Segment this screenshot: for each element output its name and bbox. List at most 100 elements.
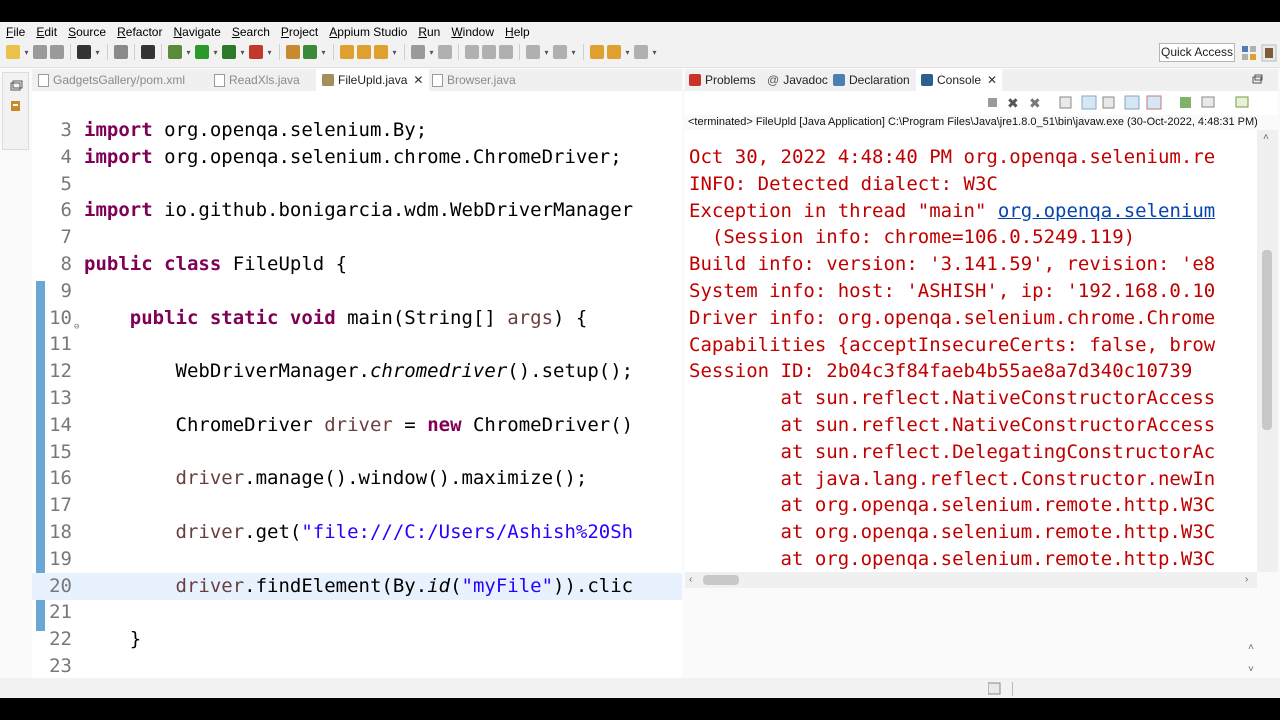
menu-help[interactable]: Help xyxy=(499,25,535,39)
dropdown-arrow-icon[interactable]: ▾ xyxy=(624,48,631,57)
close-icon[interactable]: ✕ xyxy=(413,69,423,91)
last-edit-icon[interactable] xyxy=(590,45,604,59)
pen-icon[interactable] xyxy=(438,45,452,59)
open-type-icon[interactable] xyxy=(340,45,354,59)
dropdown-arrow-icon[interactable]: ▾ xyxy=(543,48,550,57)
scroll-thumb[interactable] xyxy=(1262,250,1272,430)
code-line[interactable]: 4 import org.openqa.selenium.chrome.Chrom… xyxy=(32,144,682,171)
remove-launch-icon[interactable]: ✖ xyxy=(1007,96,1019,112)
exception-link[interactable]: org.openqa.selenium xyxy=(998,200,1215,222)
toggle-mark-icon[interactable] xyxy=(465,45,479,59)
open-console-icon[interactable] xyxy=(1235,96,1249,108)
show-whitespace-icon[interactable] xyxy=(499,45,513,59)
skip-breakpoints-icon[interactable] xyxy=(114,45,128,59)
scroll-right-icon[interactable]: › xyxy=(1245,574,1248,585)
menu-edit[interactable]: Edit xyxy=(30,25,62,39)
menu-navigate[interactable]: Navigate xyxy=(167,25,225,39)
tab-problems[interactable]: Problems xyxy=(689,69,756,91)
dropdown-arrow-icon[interactable]: ▾ xyxy=(94,48,101,57)
next-annotation-icon[interactable] xyxy=(526,45,540,59)
dropdown-arrow-icon[interactable]: ▾ xyxy=(570,48,577,57)
menu-refactor[interactable]: Refactor xyxy=(111,25,167,39)
menu-search[interactable]: Search xyxy=(226,25,275,39)
code-line[interactable]: 15 xyxy=(32,439,682,466)
code-line[interactable]: 17 xyxy=(32,492,682,519)
dropdown-arrow-icon[interactable]: ▾ xyxy=(651,48,658,57)
scroll-thumb[interactable] xyxy=(703,575,739,585)
display-console-icon[interactable] xyxy=(1201,96,1215,108)
code-line[interactable]: 8 public class FileUpld { xyxy=(32,251,682,278)
dropdown-arrow-icon[interactable]: ▾ xyxy=(266,48,273,57)
code-line[interactable]: 12 WebDriverManager.chromedriver().setup… xyxy=(32,358,682,385)
terminate-icon[interactable] xyxy=(988,98,997,107)
dropdown-arrow-icon[interactable]: ▾ xyxy=(320,48,327,57)
menu-file[interactable]: File xyxy=(0,25,30,39)
external-tools-icon[interactable] xyxy=(249,45,263,59)
clear-console-icon[interactable] xyxy=(1059,96,1072,109)
code-line[interactable]: 16 driver.manage().window().maximize(); xyxy=(32,465,682,492)
restore-icon[interactable] xyxy=(10,80,23,91)
menu-appium-studio[interactable]: Appium Studio xyxy=(323,25,412,39)
dropdown-arrow-icon[interactable]: ▾ xyxy=(391,48,398,57)
code-line[interactable]: 22 } xyxy=(32,626,682,653)
block-select-icon[interactable] xyxy=(482,45,496,59)
show-on-output-icon[interactable] xyxy=(1124,95,1140,110)
code-line[interactable]: 11 xyxy=(32,331,682,358)
debug-icon[interactable] xyxy=(168,45,182,59)
menu-run[interactable]: Run xyxy=(412,25,445,39)
scroll-left-icon[interactable]: ‹ xyxy=(689,574,692,585)
code-line[interactable]: 5 xyxy=(32,171,682,198)
tab-fileupld-java[interactable]: FileUpld.java ✕ xyxy=(316,69,430,91)
code-line[interactable]: 21 xyxy=(32,599,682,626)
menu-window[interactable]: Window xyxy=(445,25,499,39)
run-icon[interactable] xyxy=(195,45,209,59)
code-line[interactable]: 23 xyxy=(32,653,682,680)
back-icon[interactable] xyxy=(607,45,621,59)
console-output[interactable]: Oct 30, 2022 4:48:40 PM org.openqa.selen… xyxy=(685,130,1257,572)
dropdown-arrow-icon[interactable]: ▾ xyxy=(212,48,219,57)
quick-access-field[interactable]: Quick Access xyxy=(1159,43,1235,62)
maximize-icon[interactable] xyxy=(1251,74,1263,86)
code-line[interactable]: 3 import org.openqa.selenium.By; xyxy=(32,117,682,144)
show-on-error-icon[interactable] xyxy=(1146,95,1162,110)
tab-browser-java[interactable]: Browser.java xyxy=(432,69,516,91)
new-package-icon[interactable] xyxy=(286,45,300,59)
scroll-lock-icon[interactable] xyxy=(1081,95,1097,110)
dropdown-arrow-icon[interactable]: ▾ xyxy=(23,48,30,57)
forward-icon[interactable] xyxy=(634,45,648,59)
console-horizontal-scrollbar[interactable]: ‹ › xyxy=(685,572,1257,588)
code-line[interactable]: 20 driver.findElement(By.id("myFile")).c… xyxy=(32,572,682,600)
tab-declaration[interactable]: Declaration xyxy=(833,69,910,91)
new-class-icon[interactable] xyxy=(303,45,317,59)
tab-console[interactable]: Console ✕ xyxy=(916,69,1003,91)
perspective-icon[interactable] xyxy=(1240,44,1278,62)
save-all-icon[interactable] xyxy=(50,45,64,59)
menu-project[interactable]: Project xyxy=(275,25,323,39)
dropdown-arrow-icon[interactable]: ▾ xyxy=(239,48,246,57)
run-appium-icon[interactable] xyxy=(77,45,91,59)
code-line[interactable]: 10 ⊖ public static void main(String[] arg… xyxy=(32,305,682,332)
code-editor[interactable]: 3 import org.openqa.selenium.By; 4 import o… xyxy=(32,91,682,682)
code-line[interactable]: 7 xyxy=(32,224,682,251)
search-icon[interactable] xyxy=(374,45,388,59)
dropdown-arrow-icon[interactable]: ▾ xyxy=(428,48,435,57)
word-wrap-icon[interactable] xyxy=(1102,96,1115,109)
remove-all-icon[interactable]: ✖ xyxy=(1029,96,1041,112)
scroll-up-icon[interactable]: ˄ xyxy=(1248,642,1254,653)
pin-console-icon[interactable] xyxy=(1180,97,1191,108)
open-resource-icon[interactable] xyxy=(357,45,371,59)
scroll-down-icon[interactable]: ˅ xyxy=(1248,664,1254,675)
menu-source[interactable]: Source xyxy=(62,25,111,39)
package-explorer-icon[interactable] xyxy=(11,101,20,111)
prev-annotation-icon[interactable] xyxy=(553,45,567,59)
code-line[interactable]: 6 import io.github.bonigarcia.wdm.WebDriv… xyxy=(32,197,682,224)
annotation-icon[interactable] xyxy=(411,45,425,59)
console-vertical-scrollbar[interactable]: ˄ xyxy=(1257,130,1278,572)
code-line[interactable]: 13 xyxy=(32,385,682,412)
code-line[interactable]: 19 xyxy=(32,546,682,573)
scroll-up-icon[interactable]: ˄ xyxy=(1263,132,1269,143)
perspective-switcher[interactable] xyxy=(1240,44,1278,62)
code-line[interactable]: 14 ChromeDriver driver = new ChromeDrive… xyxy=(32,412,682,439)
tab-pom-xml[interactable]: GadgetsGallery/pom.xml xyxy=(38,69,185,91)
code-line[interactable]: 18 driver.get("file:///C:/Users/Ashish%2… xyxy=(32,519,682,546)
